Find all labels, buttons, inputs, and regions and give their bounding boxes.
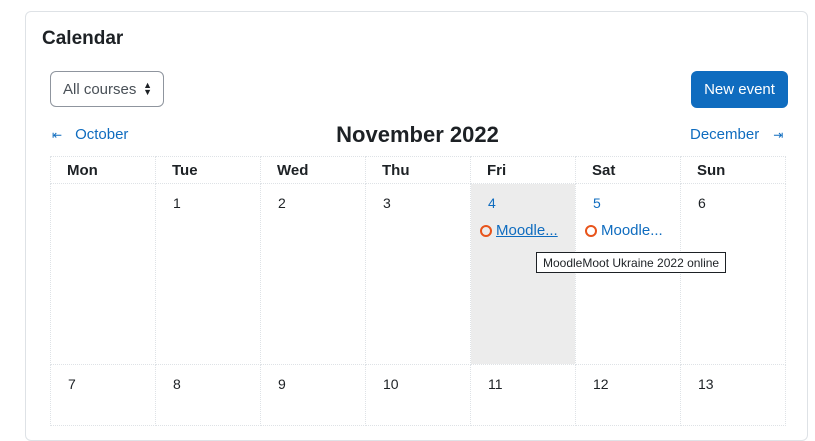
day-number: 1	[173, 195, 181, 211]
day-number: 3	[383, 195, 391, 211]
day-number: 11	[488, 376, 503, 392]
event-item[interactable]: Moodle...	[480, 222, 558, 239]
day-cell[interactable]: 8	[155, 364, 261, 426]
weekday-mon: Mon	[50, 156, 156, 184]
event-item[interactable]: Moodle...	[585, 222, 663, 239]
event-dot-icon	[480, 224, 492, 237]
day-number: 10	[383, 376, 399, 392]
week-row: 1 2 3 4 Moodle... 5 Moodle... 6	[50, 183, 786, 365]
weekday-fri: Fri	[470, 156, 576, 184]
day-number-link[interactable]: 5	[593, 195, 601, 211]
day-number: 12	[593, 376, 609, 392]
event-dot-icon	[585, 224, 597, 237]
day-cell[interactable]: 10	[365, 364, 471, 426]
course-filter-value: All courses	[63, 80, 137, 98]
day-cell[interactable]: 9	[260, 364, 366, 426]
event-link[interactable]: Moodle...	[601, 222, 663, 239]
day-number: 9	[278, 376, 286, 392]
day-number: 8	[173, 376, 181, 392]
next-month-link[interactable]: December ⇥	[690, 126, 783, 143]
day-cell[interactable]: 7	[50, 364, 156, 426]
day-cell[interactable]: 1	[155, 183, 261, 365]
arrow-right-icon: ⇥	[773, 127, 784, 142]
weekday-header-row: Mon Tue Wed Thu Fri Sat Sun	[50, 156, 786, 184]
course-filter-select[interactable]: All courses ▲ ▼	[50, 71, 164, 107]
day-cell-today[interactable]: 4 Moodle...	[470, 183, 576, 365]
day-cell[interactable]: 12	[575, 364, 681, 426]
day-number: 6	[698, 195, 706, 211]
day-cell[interactable]: 2	[260, 183, 366, 365]
event-link[interactable]: Moodle...	[496, 222, 558, 239]
day-cell[interactable]: 5 Moodle...	[575, 183, 681, 365]
day-cell[interactable]: 13	[680, 364, 786, 426]
day-number: 7	[68, 376, 76, 392]
event-tooltip: MoodleMoot Ukraine 2022 online	[536, 252, 727, 273]
day-cell[interactable]: 6	[680, 183, 786, 365]
week-row: 7 8 9 10 11 12 13	[50, 364, 786, 426]
day-number-link[interactable]: 4	[488, 195, 496, 211]
calendar-grid: Mon Tue Wed Thu Fri Sat Sun 1 2 3 4 Mood…	[50, 156, 786, 426]
weekday-thu: Thu	[365, 156, 471, 184]
day-number: 2	[278, 195, 286, 211]
card-title: Calendar	[42, 28, 124, 49]
weekday-sun: Sun	[680, 156, 786, 184]
day-number: 13	[698, 376, 714, 392]
weekday-tue: Tue	[155, 156, 261, 184]
day-cell-empty	[50, 183, 156, 365]
day-cell[interactable]: 11	[470, 364, 576, 426]
day-cell[interactable]: 3	[365, 183, 471, 365]
new-event-button[interactable]: New event	[691, 71, 788, 108]
updown-icon: ▲ ▼	[143, 80, 152, 97]
weekday-sat: Sat	[575, 156, 681, 184]
next-month-label: December	[690, 126, 760, 143]
weekday-wed: Wed	[260, 156, 366, 184]
